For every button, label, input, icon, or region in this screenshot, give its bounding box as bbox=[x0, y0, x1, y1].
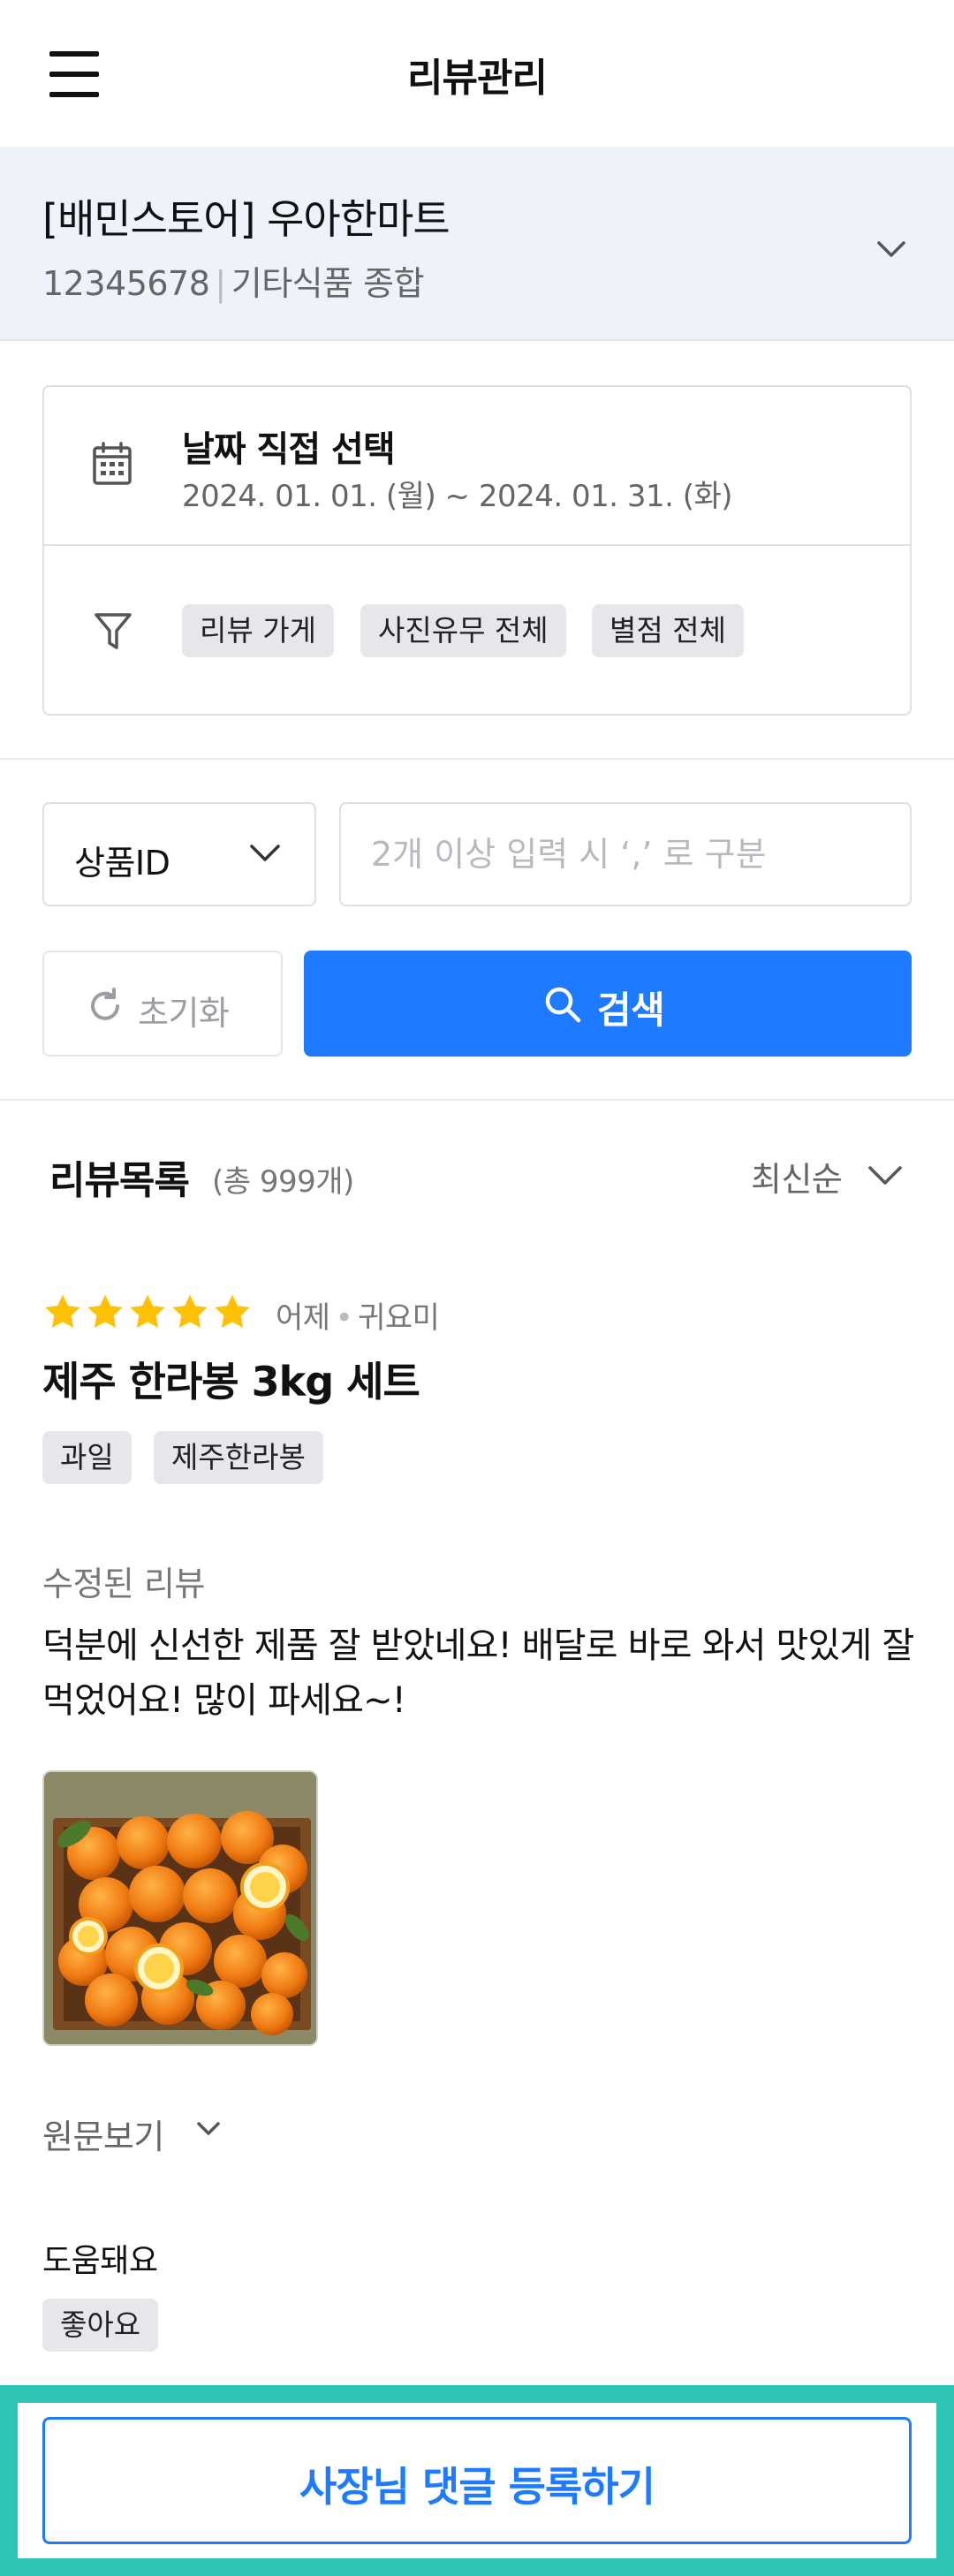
app-header: 리뷰관리 bbox=[0, 0, 954, 147]
store-category: 기타식품 종합 bbox=[231, 264, 425, 303]
chevron-down-icon[interactable] bbox=[867, 1164, 903, 1187]
review-author: 귀요미 bbox=[358, 1300, 440, 1336]
search-icon bbox=[545, 987, 581, 1023]
filter-chip-rating[interactable]: 별점 전체 bbox=[592, 604, 744, 657]
view-original-toggle[interactable]: 원문보기 bbox=[42, 2110, 164, 2158]
review-text: 덕분에 신선한 제품 잘 받았네요! 배달로 바로 와서 맛있게 잘 먹었어요!… bbox=[42, 1625, 914, 1721]
helpful-label: 도움돼요 bbox=[42, 2243, 158, 2279]
product-id-search-input[interactable] bbox=[339, 802, 912, 906]
filter-chip-review-target[interactable]: 리뷰 가게 bbox=[182, 604, 334, 657]
meta-dot: • bbox=[335, 1300, 353, 1336]
date-filter-title: 날짜 직접 선택 bbox=[182, 429, 396, 470]
review-photo-oranges[interactable] bbox=[42, 1770, 318, 2046]
review-list-title: 리뷰목록 bbox=[49, 1158, 190, 1203]
review-date: 어제 bbox=[276, 1300, 330, 1336]
star-icon bbox=[130, 1294, 165, 1329]
store-name: [배민스토어] 우아한마트 bbox=[42, 195, 450, 243]
product-tag: 제주한라봉 bbox=[154, 1431, 323, 1484]
search-label: 검색 bbox=[597, 989, 665, 1032]
date-range-value: 2024. 01. 01. (월) ~ 2024. 01. 31. (화) bbox=[182, 479, 733, 514]
filter-chip-photo[interactable]: 사진유무 전체 bbox=[360, 604, 566, 657]
section-divider bbox=[0, 1099, 954, 1101]
chevron-down-icon[interactable] bbox=[196, 2120, 221, 2138]
helpful-chip: 좋아요 bbox=[42, 2299, 159, 2352]
chevron-down-icon bbox=[877, 241, 905, 257]
star-icon bbox=[45, 1294, 80, 1329]
search-type-select[interactable]: 상품ID bbox=[42, 802, 316, 906]
filter-chip-row: 리뷰 가게 사진유무 전체 별점 전체 bbox=[44, 546, 910, 716]
search-type-value: 상품ID bbox=[74, 844, 170, 883]
section-divider bbox=[0, 758, 954, 760]
owner-reply-button[interactable]: 사장님 댓글 등록하기 bbox=[42, 2417, 912, 2544]
filter-card: 날짜 직접 선택 2024. 01. 01. (월) ~ 2024. 01. 3… bbox=[42, 385, 912, 716]
owner-reply-label: 사장님 댓글 등록하기 bbox=[299, 2463, 655, 2511]
star-icon bbox=[172, 1294, 208, 1329]
filter-funnel-icon bbox=[95, 613, 132, 649]
date-filter-row[interactable]: 날짜 직접 선택 2024. 01. 01. (월) ~ 2024. 01. 3… bbox=[44, 387, 910, 546]
reset-button[interactable]: 초기화 bbox=[42, 951, 283, 1057]
star-icon bbox=[87, 1294, 123, 1329]
reset-label: 초기화 bbox=[138, 994, 230, 1033]
review-list-count: (총 999개) bbox=[212, 1164, 354, 1200]
search-button[interactable]: 검색 bbox=[304, 951, 912, 1057]
edited-review-label: 수정된 리뷰 bbox=[42, 1565, 205, 1603]
oranges-box-image bbox=[44, 1772, 316, 2044]
review-meta: 어제 • 귀요미 bbox=[276, 1293, 440, 1337]
store-meta: 12345678 | 기타식품 종합 bbox=[42, 256, 425, 305]
store-id: 12345678 bbox=[42, 264, 210, 303]
product-tag: 과일 bbox=[42, 1431, 132, 1484]
review-product-name: 제주 한라봉 3kg 세트 bbox=[42, 1358, 420, 1405]
star-icon bbox=[215, 1294, 250, 1329]
star-rating bbox=[42, 1292, 253, 1334]
chevron-down-icon bbox=[250, 845, 280, 861]
store-selector[interactable]: [배민스토어] 우아한마트 12345678 | 기타식품 종합 bbox=[0, 147, 954, 341]
page-title: 리뷰관리 bbox=[407, 56, 548, 101]
sort-dropdown[interactable]: 최신순 bbox=[751, 1152, 843, 1201]
refresh-icon bbox=[91, 988, 119, 1020]
calendar-icon bbox=[93, 442, 132, 485]
meta-separator: | bbox=[215, 264, 226, 303]
